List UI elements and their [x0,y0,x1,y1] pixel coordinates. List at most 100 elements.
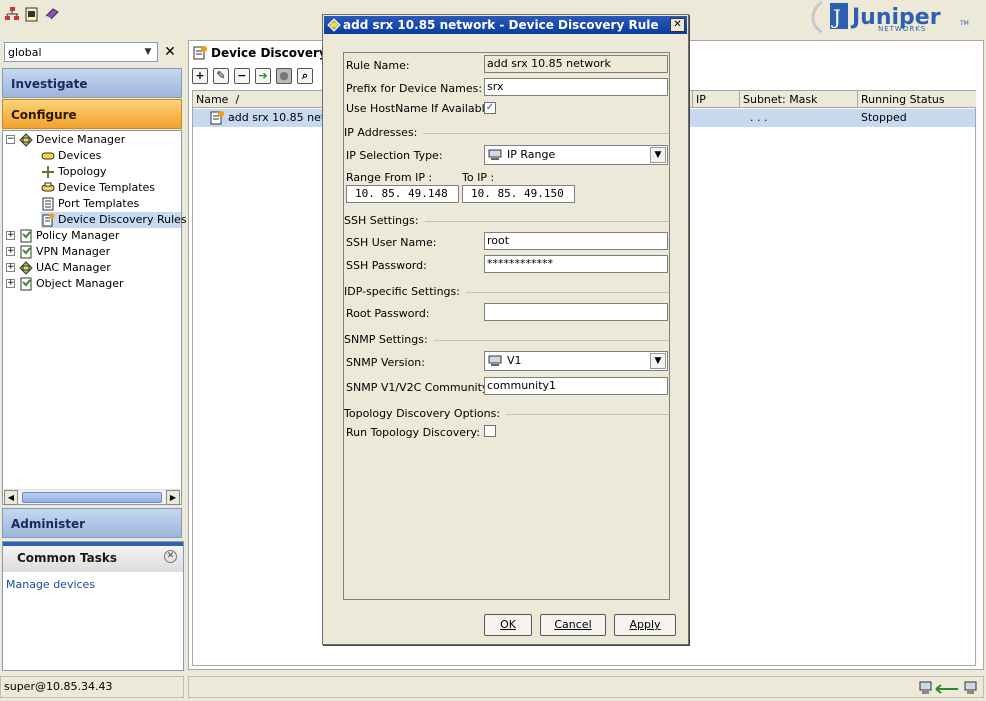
scroll-left-icon[interactable]: ◀ [4,490,18,505]
add-icon[interactable]: + [192,68,208,84]
run-topology-checkbox[interactable] [484,425,496,437]
tree-item-device-discovery-rules[interactable]: Device Discovery Rules [41,212,187,228]
chevron-down-icon[interactable]: ▼ [650,353,666,369]
scope-combobox[interactable]: global ▼ [4,42,158,62]
snmp-settings-section: SNMP Settings: [344,333,669,347]
expand-icon[interactable]: + [6,231,15,240]
tree-label: Policy Manager [36,229,120,242]
range-from-label: Range From IP : [346,171,433,184]
report-icon[interactable] [24,6,40,22]
edit-icon[interactable]: ✎ [213,68,229,84]
tab-label: Device Discovery Rules [211,46,330,60]
chevron-down-icon[interactable]: ▼ [650,147,666,163]
chevron-down-icon[interactable]: ▼ [141,45,155,59]
tree-item-vpn-manager[interactable]: VPN Manager [19,244,110,260]
server-computer-icon [964,681,977,694]
tree-item-topology[interactable]: Topology [41,164,107,180]
device-discovery-rule-dialog: add srx 10.85 network - Device Discovery… [322,14,689,645]
run-topology-label: Run Topology Discovery: [346,426,480,439]
root-password-field[interactable] [484,303,668,321]
connection-status [918,680,982,696]
object-manager-icon [20,277,32,291]
client-computer-icon [919,681,932,694]
tree-horizontal-scrollbar[interactable]: ◀ ▶ [4,489,180,505]
tree-item-uac-manager[interactable]: UAC Manager [19,260,111,276]
rule-name-label: Rule Name: [346,59,410,72]
discovery-rule-icon [193,46,207,60]
expand-icon[interactable]: + [6,279,15,288]
to-ip-field[interactable]: 10. 85. 49.150 [462,185,575,203]
ip-type-label: IP Selection Type: [346,149,443,162]
close-icon[interactable]: ✕ [162,43,178,61]
close-icon[interactable]: ✕ [164,550,177,563]
root-password-label: Root Password: [346,307,430,320]
juniper-logo: J Juniper NETWORKS TM [810,0,978,34]
main-tab-title[interactable]: Device Discovery Rules [190,42,330,64]
nav-administer[interactable]: Administer [2,508,182,538]
ssh-user-field[interactable]: root [484,232,668,250]
snmp-community-field[interactable]: community1 [484,377,668,395]
expand-icon[interactable]: + [6,247,15,256]
ssh-settings-section: SSH Settings: [344,214,669,228]
svg-text:TM: TM [959,20,969,27]
snmp-version-select[interactable]: V1 ▼ [484,351,668,371]
device-icon [41,152,55,160]
scroll-right-icon[interactable]: ▶ [166,490,180,505]
tree-label: VPN Manager [36,245,111,258]
close-icon[interactable]: ✕ [670,18,685,32]
apply-button[interactable]: Apply [614,614,676,636]
rule-name-field[interactable]: add srx 10.85 network [484,55,668,73]
find-icon[interactable]: ⌕ [297,68,313,84]
status-user: super@10.85.34.43 [0,676,184,698]
discovery-rule-icon [42,213,55,227]
nav-configure[interactable]: Configure [2,99,182,129]
connection-arrow-icon [935,684,958,694]
expand-icon[interactable]: + [6,263,15,272]
hierarchy-icon[interactable] [4,6,20,22]
ssh-password-field[interactable]: ************ [484,255,668,273]
vpn-manager-icon [20,245,32,259]
svg-text:J: J [831,5,841,29]
common-tasks-panel: Common Tasks ✕ Manage devices [2,541,184,671]
snmp-version-value: V1 [507,354,522,367]
ip-addresses-section: IP Addresses: [344,126,669,140]
tree-label: Devices [58,149,102,162]
tree-item-device-manager[interactable]: Device Manager [19,132,125,148]
ip-type-value: IP Range [507,148,556,161]
tree-item-port-templates[interactable]: Port Templates [41,196,139,212]
tree-item-policy-manager[interactable]: Policy Manager [19,228,119,244]
manage-devices-link[interactable]: Manage devices [6,578,95,591]
tree-item-device-templates[interactable]: Device Templates [41,180,155,196]
use-hostname-checkbox[interactable]: ✓ [484,102,496,114]
book-icon[interactable] [44,6,60,22]
scrollbar-thumb[interactable] [22,492,162,503]
device-template-icon [41,182,55,192]
navigation-tree: − Device Manager Devices Topology Device… [2,130,187,505]
tree-item-object-manager[interactable]: Object Manager [19,276,124,292]
nav-investigate[interactable]: Investigate [2,68,182,98]
stop-icon[interactable]: ● [276,68,292,84]
delete-icon[interactable]: − [234,68,250,84]
column-header-ip[interactable]: IP [693,91,740,108]
dialog-title-bar[interactable]: add srx 10.85 network - Device Discovery… [324,16,687,34]
ok-button[interactable]: OK [484,614,532,636]
dialog-title: add srx 10.85 network - Device Discovery… [343,18,659,32]
row-status: Stopped [861,111,907,124]
column-header-subnet-mask[interactable]: Subnet: Mask [740,91,858,108]
tree-item-devices[interactable]: Devices [41,148,101,164]
tree-label: Topology [58,165,107,178]
collapse-icon[interactable]: − [6,135,15,144]
scope-value: global [8,46,42,59]
column-header-running-status[interactable]: Running Status [858,91,976,108]
prefix-field[interactable]: srx [484,78,668,96]
use-hostname-label: Use HostName If Available: [346,102,496,115]
sort-indicator: / [235,93,240,106]
run-icon[interactable]: ➔ [255,68,271,84]
svg-text:NETWORKS: NETWORKS [878,25,926,33]
common-tasks-title: Common Tasks [3,542,183,572]
computer-icon [488,355,502,366]
ip-type-select[interactable]: IP Range ▼ [484,145,668,165]
range-from-ip-field[interactable]: 10. 85. 49.148 [346,185,459,203]
computer-icon [488,149,502,160]
cancel-button[interactable]: Cancel [540,614,606,636]
